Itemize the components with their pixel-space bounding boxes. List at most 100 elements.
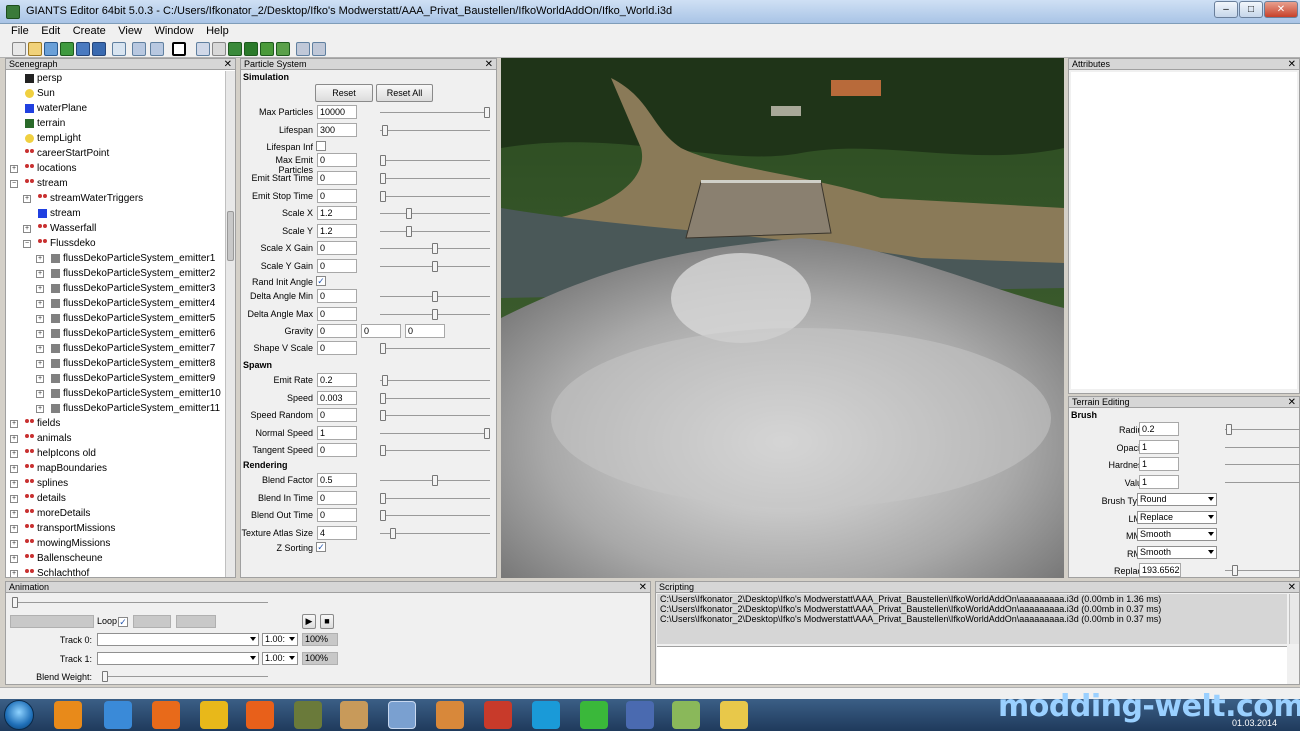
texture-atlas-size-slider-thumb[interactable]	[390, 528, 397, 539]
maximize-button[interactable]: □	[1239, 1, 1263, 18]
gravity-input[interactable]: 0	[361, 324, 401, 338]
lifespan-slider[interactable]	[380, 125, 490, 136]
blend-weight-thumb[interactable]	[102, 671, 108, 682]
blend-weight-slider[interactable]	[102, 671, 268, 682]
gravity-input[interactable]: 0	[317, 324, 357, 338]
expand-toggle[interactable]: +	[36, 315, 44, 323]
max-particles-slider-thumb[interactable]	[484, 107, 490, 118]
radius-slider[interactable]	[1225, 424, 1300, 435]
emit-rate-input[interactable]: 0.2	[317, 373, 357, 387]
scale-x-slider-thumb[interactable]	[406, 208, 412, 219]
hardness-input[interactable]: 1	[1139, 457, 1179, 471]
minimize-button[interactable]: –	[1214, 1, 1238, 18]
emit-stop-time-slider-thumb[interactable]	[380, 191, 386, 202]
tangent-speed-input[interactable]: 0	[317, 443, 357, 457]
delta-angle-min-input[interactable]: 0	[317, 289, 357, 303]
new-file-icon[interactable]	[12, 42, 26, 56]
skype-icon[interactable]	[532, 701, 560, 729]
track1-select[interactable]	[97, 652, 259, 665]
scale-y-slider-thumb[interactable]	[406, 226, 412, 237]
expand-toggle[interactable]: +	[10, 420, 18, 428]
blend-out-time-slider[interactable]	[380, 510, 490, 521]
blend-factor-slider-thumb[interactable]	[432, 475, 438, 486]
max-particles-slider[interactable]	[380, 107, 490, 118]
expand-toggle[interactable]: +	[10, 480, 18, 488]
reload-icon[interactable]	[112, 42, 126, 56]
app-window-icon[interactable]	[626, 701, 654, 729]
opacity-input[interactable]: 1	[1139, 440, 1179, 454]
menu-edit[interactable]: Edit	[36, 24, 65, 38]
max-emit-particles-slider[interactable]	[380, 155, 490, 166]
scale-y-gain-slider-thumb[interactable]	[432, 261, 438, 272]
blend-out-time-input[interactable]: 0	[317, 508, 357, 522]
close-icon[interactable]: ✕	[639, 582, 647, 593]
clover-icon[interactable]	[580, 701, 608, 729]
scale-y-input[interactable]: 1.2	[317, 224, 357, 238]
blend-factor-input[interactable]: 0.5	[317, 473, 357, 487]
z-sorting-checkbox[interactable]: ✓	[316, 542, 326, 552]
expand-toggle[interactable]: +	[36, 375, 44, 383]
lifespan-slider-thumb[interactable]	[382, 125, 389, 136]
close-button[interactable]: ✕	[1264, 1, 1298, 18]
delta-angle-max-slider-thumb[interactable]	[432, 309, 438, 320]
rmb-select[interactable]: Smooth	[1137, 546, 1217, 559]
hardness-slider[interactable]	[1225, 464, 1300, 465]
emit-start-time-slider[interactable]	[380, 173, 490, 184]
track0-weight[interactable]: 100%	[302, 633, 338, 646]
script-input[interactable]	[657, 646, 1287, 684]
max-particles-input[interactable]: 10000	[317, 105, 357, 119]
foliage-paint-icon[interactable]	[260, 42, 274, 56]
delta-angle-max-slider[interactable]	[380, 309, 490, 320]
lifespan-inf-checkbox[interactable]	[316, 141, 326, 151]
scale-y-gain-input[interactable]: 0	[317, 259, 357, 273]
network-icon[interactable]	[200, 701, 228, 729]
opacity-slider[interactable]	[1225, 447, 1300, 448]
app-yellow-icon[interactable]	[720, 701, 748, 729]
speed-random-slider-thumb[interactable]	[380, 410, 386, 421]
internet-explorer-icon[interactable]	[104, 701, 132, 729]
mmb-select[interactable]: Smooth	[1137, 528, 1217, 541]
reset-all-button[interactable]: Reset All	[376, 84, 433, 102]
emit-stop-time-slider[interactable]	[380, 191, 490, 202]
expand-toggle[interactable]: +	[36, 285, 44, 293]
delta-angle-min-slider-thumb[interactable]	[432, 291, 438, 302]
shape-v-scale-slider-thumb[interactable]	[380, 343, 386, 354]
stop-button[interactable]: ■	[320, 614, 334, 629]
scale-y-slider[interactable]	[380, 226, 490, 237]
start-button[interactable]	[4, 700, 34, 730]
move-mode-icon[interactable]	[212, 42, 226, 56]
stop-icon[interactable]	[172, 42, 186, 56]
track1-weight[interactable]: 100%	[302, 652, 338, 665]
settings-gear-icon[interactable]	[296, 42, 310, 56]
expand-toggle[interactable]: +	[10, 450, 18, 458]
rand-init-angle-checkbox[interactable]: ✓	[316, 276, 326, 286]
play-button[interactable]: ▶	[302, 614, 316, 629]
speed-slider-thumb[interactable]	[380, 393, 386, 404]
scale-x-gain-input[interactable]: 0	[317, 241, 357, 255]
shape-v-scale-slider[interactable]	[380, 343, 490, 354]
tangent-speed-slider[interactable]	[380, 445, 490, 456]
emit-start-time-input[interactable]: 0	[317, 171, 357, 185]
scroll-thumb[interactable]	[227, 211, 234, 261]
menu-create[interactable]: Create	[68, 24, 111, 38]
expand-toggle[interactable]: +	[10, 555, 18, 563]
scale-x-gain-slider[interactable]	[380, 243, 490, 254]
close-icon[interactable]: ✕	[485, 59, 493, 70]
scale-x-slider[interactable]	[380, 208, 490, 219]
scenegraph-scrollbar[interactable]	[225, 71, 235, 577]
expand-toggle[interactable]: +	[10, 510, 18, 518]
terrain-paint-icon[interactable]	[244, 42, 258, 56]
menu-view[interactable]: View	[113, 24, 147, 38]
animation-clip-field[interactable]	[10, 615, 94, 628]
speed-random-input[interactable]: 0	[317, 408, 357, 422]
undo-icon[interactable]	[132, 42, 146, 56]
firefox-icon[interactable]	[246, 701, 274, 729]
expand-toggle[interactable]: +	[36, 390, 44, 398]
terrain-sculpt-icon[interactable]	[228, 42, 242, 56]
blend-in-time-input[interactable]: 0	[317, 491, 357, 505]
app-3-icon[interactable]	[152, 701, 180, 729]
radius-slider-thumb[interactable]	[1226, 424, 1233, 435]
expand-toggle[interactable]: +	[10, 570, 18, 577]
lmb-select[interactable]: Replace	[1137, 511, 1217, 524]
open-file-icon[interactable]	[28, 42, 42, 56]
